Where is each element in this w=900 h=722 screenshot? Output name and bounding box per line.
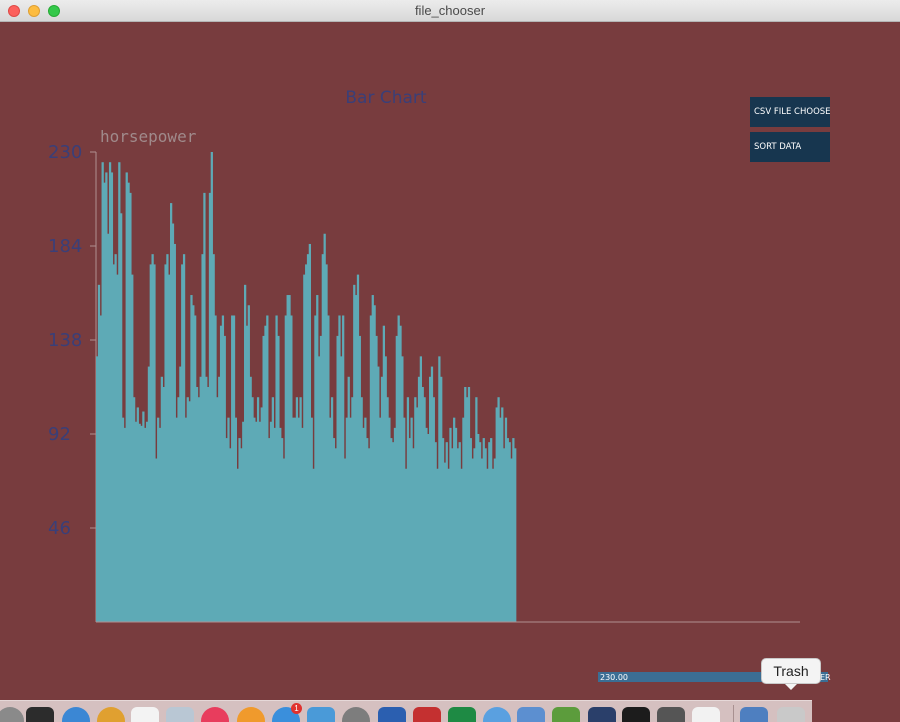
chrome-icon[interactable] bbox=[97, 707, 125, 722]
y-tick-label: 92 bbox=[48, 424, 71, 445]
launchpad-icon[interactable] bbox=[0, 707, 24, 722]
safari-icon[interactable] bbox=[62, 707, 90, 722]
y-tick-label: 46 bbox=[48, 518, 71, 539]
downloads-folder-icon[interactable] bbox=[740, 707, 768, 722]
trash-icon[interactable] bbox=[777, 707, 805, 722]
ibooks-icon[interactable] bbox=[237, 707, 265, 722]
tooltip-arrow bbox=[784, 683, 798, 690]
series-label: horsepower bbox=[100, 127, 197, 146]
excel-icon[interactable] bbox=[448, 707, 476, 722]
y-axis: 46 92 138 184 230 bbox=[48, 142, 97, 622]
word-icon[interactable] bbox=[378, 707, 406, 722]
bar-series bbox=[96, 152, 517, 623]
preview-icon[interactable] bbox=[166, 707, 194, 722]
sublime-text-icon[interactable] bbox=[657, 707, 685, 722]
red-app-icon[interactable] bbox=[413, 707, 441, 722]
activity-monitor-icon[interactable] bbox=[26, 707, 54, 722]
network-icon[interactable] bbox=[483, 707, 511, 722]
window-title: file_chooser bbox=[414, 3, 486, 18]
finder-folder-icon[interactable] bbox=[517, 707, 545, 722]
sort-data-button[interactable]: SORT DATA bbox=[750, 132, 830, 162]
system-preferences-icon[interactable] bbox=[342, 707, 370, 722]
calendar-icon[interactable] bbox=[131, 707, 159, 722]
dock-tooltip: Trash bbox=[761, 658, 821, 684]
window-title-bar: file_chooser bbox=[0, 0, 900, 22]
y-tick-label: 230 bbox=[48, 142, 82, 163]
bar bbox=[514, 448, 517, 622]
processing-icon[interactable] bbox=[588, 707, 616, 722]
dock-separator bbox=[733, 705, 734, 722]
xcode-icon[interactable] bbox=[307, 707, 335, 722]
dock bbox=[0, 700, 812, 722]
terminal-icon[interactable] bbox=[622, 707, 650, 722]
java-icon[interactable] bbox=[692, 707, 720, 722]
y-tick-label: 184 bbox=[48, 236, 82, 257]
chart-title: Bar Chart bbox=[345, 88, 427, 108]
y-tick-label: 138 bbox=[48, 330, 82, 351]
slider-caption-label: ER bbox=[820, 673, 831, 682]
app-store-badge: 1 bbox=[291, 703, 302, 714]
slider-value-label: 230.00 bbox=[600, 673, 628, 682]
green-app-icon[interactable] bbox=[552, 707, 580, 722]
itunes-icon[interactable] bbox=[201, 707, 229, 722]
csv-file-chooser-button[interactable]: CSV FILE CHOOSER bbox=[750, 97, 830, 127]
